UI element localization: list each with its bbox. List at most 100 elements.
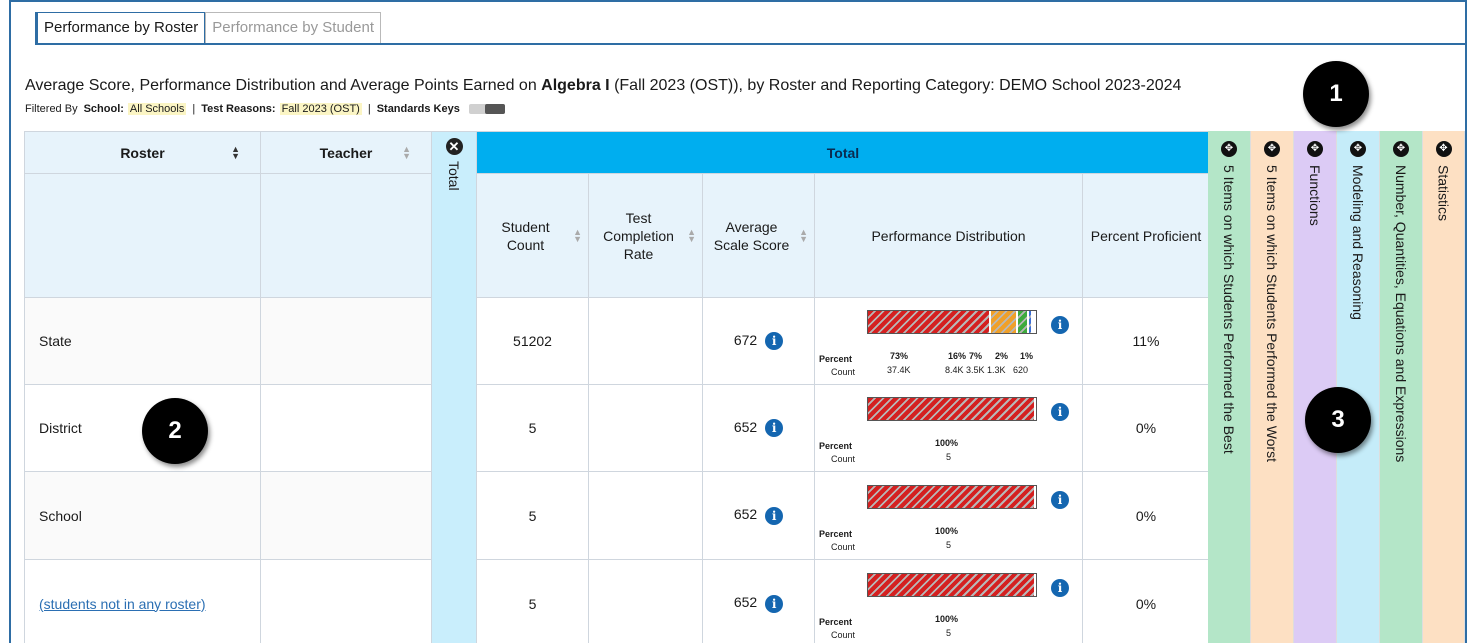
- info-circle-icon[interactable]: i: [765, 506, 784, 525]
- performance-distribution-cell: i Percent Count 100% 5: [814, 471, 1083, 560]
- distribution-bar[interactable]: [867, 310, 1037, 334]
- info-circle-icon[interactable]: i: [765, 332, 784, 351]
- student-count-cell: 5: [476, 471, 589, 560]
- distribution-segment-level5: [1032, 311, 1035, 333]
- filter-separator: |: [192, 103, 196, 115]
- teacher-header-label: Teacher: [319, 144, 373, 161]
- test-reasons-value[interactable]: Fall 2023 (OST): [279, 103, 362, 115]
- column-header-average-scale-score[interactable]: Average Scale Score ▲ ▼: [702, 173, 815, 298]
- column-header-roster[interactable]: Roster ▲ ▼: [24, 131, 261, 174]
- percent-row-label: Percent: [819, 441, 853, 451]
- student-count-cell: 5: [476, 559, 589, 643]
- total-vertical-label: Total: [446, 161, 462, 191]
- column-header-teacher[interactable]: Teacher ▲ ▼: [260, 131, 432, 174]
- count-value: 5: [946, 627, 952, 638]
- percent-value: 100%: [935, 613, 959, 624]
- expand-arrows-icon[interactable]: ✥: [1393, 141, 1409, 157]
- info-circle-icon[interactable]: i: [765, 419, 784, 438]
- title-subject: Algebra I: [541, 77, 610, 94]
- category-panel-label: Number, Quantities, Equations and Expres…: [1393, 165, 1409, 463]
- school-filter-label: School:: [83, 103, 124, 115]
- info-circle-icon[interactable]: i: [765, 594, 784, 613]
- average-scale-score-value: 672: [733, 331, 758, 348]
- distribution-segment-level1: [868, 311, 991, 333]
- category-panel-statistics[interactable]: ✥ Statistics: [1423, 131, 1465, 643]
- percent-value: 2%: [995, 351, 1009, 361]
- expand-arrows-icon[interactable]: ✥: [1221, 141, 1237, 157]
- teacher-cell: [260, 471, 432, 560]
- roster-cell: State: [24, 297, 261, 385]
- info-circle-icon[interactable]: i: [1051, 316, 1069, 334]
- table-row: School 5 652 i i Percent Count 100% 5 0%: [24, 471, 1210, 560]
- count-value: 620: [1013, 365, 1029, 375]
- distribution-bar[interactable]: [867, 484, 1037, 509]
- column-header-completion-rate[interactable]: Test Completion Rate ▲ ▼: [588, 173, 703, 298]
- category-panel-label: Statistics: [1435, 165, 1452, 222]
- callout-badge-1: 1: [1303, 61, 1369, 127]
- table-row: State 51202 672 i i Percent Count 73% 16%…: [24, 297, 1210, 385]
- completion-rate-cell: [588, 297, 703, 385]
- percent-value: 73%: [890, 351, 909, 361]
- column-header-performance-distribution: Performance Distribution: [814, 173, 1083, 298]
- distribution-bar[interactable]: [867, 572, 1037, 597]
- callout-badge-2: 2: [142, 398, 208, 464]
- expand-arrows-icon[interactable]: ✥: [1435, 141, 1452, 157]
- filtered-by-label: Filtered By: [25, 103, 78, 115]
- teacher-header-filler: [260, 173, 432, 298]
- count-value: 5: [946, 452, 952, 462]
- completion-rate-label: Test Completion Rate: [603, 209, 674, 262]
- standards-keys-toggle[interactable]: [468, 104, 505, 114]
- info-circle-icon[interactable]: i: [1051, 403, 1069, 421]
- completion-rate-cell: [588, 471, 703, 560]
- count-value: 3.5K: [966, 365, 985, 375]
- info-circle-icon[interactable]: i: [1051, 490, 1069, 509]
- tab-performance-by-student[interactable]: Performance by Student: [205, 12, 381, 44]
- sort-arrows-icon[interactable]: ▲ ▼: [231, 144, 240, 160]
- category-panel-label: 5 Items on which Students Performed the …: [1221, 165, 1237, 454]
- category-panel-best-items[interactable]: ✥ 5 Items on which Students Performed th…: [1208, 131, 1251, 643]
- test-reasons-label: Test Reasons:: [201, 103, 276, 115]
- sort-arrows-icon[interactable]: ▲ ▼: [799, 227, 808, 243]
- category-panel-number-quantities[interactable]: ✥ Number, Quantities, Equations and Expr…: [1380, 131, 1423, 643]
- column-header-percent-proficient: Percent Proficient: [1082, 173, 1210, 298]
- students-not-in-roster-link[interactable]: (students not in any roster): [39, 596, 206, 612]
- average-scale-score-value: 652: [733, 594, 758, 611]
- average-scale-score-cell: 672 i: [702, 297, 815, 385]
- distribution-bar[interactable]: [867, 397, 1037, 421]
- average-scale-score-label: Average Scale Score: [713, 218, 790, 253]
- close-circle-icon[interactable]: ✕: [445, 138, 463, 155]
- count-value: 5: [946, 539, 952, 550]
- percent-value: 100%: [935, 438, 959, 448]
- sort-arrows-icon[interactable]: ▲ ▼: [402, 144, 411, 160]
- callout-badge-3: 3: [1305, 387, 1371, 453]
- distribution-segment-level1: [868, 398, 1036, 420]
- percent-value: 7%: [969, 351, 983, 361]
- average-scale-score-cell: 652 i: [702, 559, 815, 643]
- sort-arrows-icon[interactable]: ▲ ▼: [687, 227, 696, 243]
- sort-arrows-icon[interactable]: ▲ ▼: [573, 227, 582, 243]
- count-value: 8.4K: [945, 365, 964, 375]
- roster-cell: (students not in any roster): [24, 559, 261, 643]
- percent-row-label: Percent: [819, 616, 853, 627]
- category-panel-worst-items[interactable]: ✥ 5 Items on which Students Performed th…: [1251, 131, 1294, 643]
- distribution-segment-level1: [868, 485, 1036, 508]
- tab-performance-by-roster[interactable]: Performance by Roster: [35, 12, 206, 44]
- performance-distribution-cell: i Percent Count 100% 5: [814, 384, 1083, 472]
- info-circle-icon[interactable]: i: [1051, 578, 1069, 597]
- category-panel-label: 5 Items on which Students Performed the …: [1264, 165, 1280, 462]
- roster-cell: School: [24, 471, 261, 560]
- total-collapse-column: ✕ Total: [431, 131, 477, 643]
- column-header-student-count[interactable]: Student Count ▲ ▼: [476, 173, 589, 298]
- distribution-segment-level3: [1017, 311, 1030, 333]
- filter-bar: Filtered By School: All Schools | Test R…: [25, 103, 505, 115]
- school-filter-value[interactable]: All Schools: [127, 103, 187, 115]
- percent-row-label: Percent: [819, 354, 853, 364]
- average-scale-score-cell: 652 i: [702, 384, 815, 472]
- count-row-label: Count: [831, 454, 856, 464]
- standards-keys-label: Standards Keys: [376, 103, 460, 115]
- percent-value: 1%: [1020, 351, 1034, 361]
- category-panel-label: Modeling and Reasoning: [1350, 165, 1366, 320]
- expand-arrows-icon[interactable]: ✥: [1350, 141, 1366, 157]
- expand-arrows-icon[interactable]: ✥: [1307, 141, 1323, 157]
- expand-arrows-icon[interactable]: ✥: [1264, 141, 1280, 157]
